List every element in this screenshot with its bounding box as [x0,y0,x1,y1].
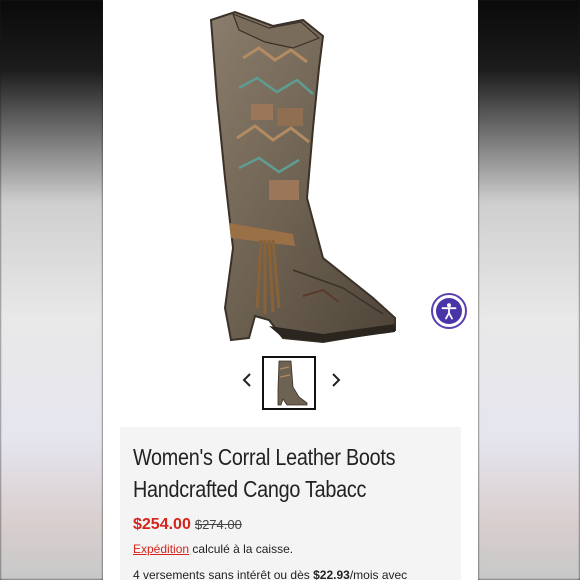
shipping-link[interactable]: Expédition [133,542,189,556]
shipping-note: Expédition calculé à la caisse. [133,542,293,556]
thumbnail-carousel [103,355,478,415]
installments-note: 4 versements sans intérêt ou dès $22.93/… [133,568,407,580]
product-title-line-2: Handcrafted Cango Tabacc [133,476,367,502]
accessibility-person-icon [436,298,462,324]
sale-price: $254.00 [133,516,191,533]
product-page: Women's Corral Leather Boots Handcrafted… [103,0,478,580]
installments-prefix: 4 versements sans intérêt ou dès [133,568,310,580]
product-image-boot[interactable] [173,8,413,348]
product-title: Women's Corral Leather Boots Handcrafted… [133,441,460,505]
shipping-text: calculé à la caisse. [192,542,294,556]
blurred-background-left [0,0,103,580]
blurred-background-right [478,0,580,580]
thumbnail-boot[interactable] [262,356,316,410]
installments-suffix: /mois avec [349,568,408,580]
chevron-left-icon[interactable] [236,369,258,391]
installments-amount: $22.93 [313,568,350,580]
original-price: $274.00 [194,517,242,532]
product-info-panel: Women's Corral Leather Boots Handcrafted… [120,427,461,580]
price-row: $254.00 $274.00 [133,516,242,534]
accessibility-button[interactable] [431,293,467,329]
product-title-line-1: Women's Corral Leather Boots [133,444,396,470]
chevron-right-icon[interactable] [325,369,347,391]
